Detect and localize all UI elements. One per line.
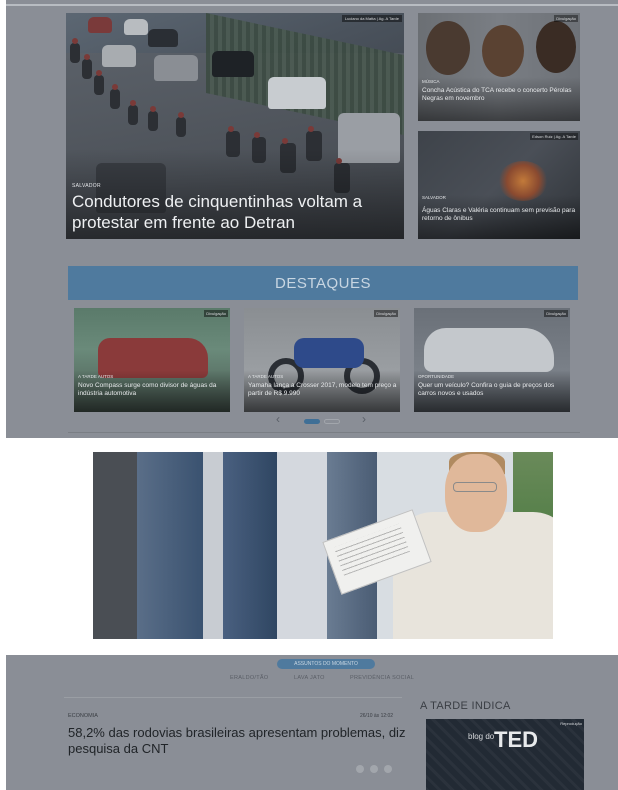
photo-motorcycle xyxy=(294,338,364,368)
chevron-right-icon[interactable]: › xyxy=(362,412,366,426)
side-story-music[interactable]: Divulgação MÚSICA Concha Acústica do TCA… xyxy=(418,13,580,121)
destaque-card[interactable]: Divulgação A TARDE AUTOS Yamaha lança a … xyxy=(244,308,400,412)
section-divider xyxy=(64,697,402,698)
article-timestamp: 26/10 às 12:02 xyxy=(360,713,394,719)
hero-photo-credit: Luciano da Matta | Ag. A Tarde xyxy=(341,15,402,22)
card-headline[interactable]: Quer um veículo? Confira o guia de preço… xyxy=(418,382,568,398)
top-news-panel: Luciano da Matta | Ag. A Tarde SALVADOR … xyxy=(6,0,618,438)
share-icon[interactable] xyxy=(384,765,392,773)
side-story-salvador[interactable]: Edson Ruiz | Ag. A Tarde SALVADOR Águas … xyxy=(418,131,580,239)
card-headline[interactable]: Novo Compass surge como divisor de águas… xyxy=(78,382,228,398)
photo-glasses xyxy=(453,482,497,492)
share-icon[interactable] xyxy=(370,765,378,773)
share-icon[interactable] xyxy=(356,765,364,773)
destaque-card[interactable]: Divulgação OPORTUNIDADE Quer um veículo?… xyxy=(414,308,570,412)
bottom-news-panel: ASSUNTOS DO MOMENTO ERALDO/TÃO LAVA JATO… xyxy=(6,655,618,790)
photo-credit: Divulgação xyxy=(204,310,228,317)
hero-car xyxy=(154,55,198,81)
card-headline[interactable]: Yamaha lança a Crosser 2017, modelo tem … xyxy=(248,382,398,398)
indica-title: A TARDE INDICA xyxy=(420,700,511,712)
panel-divider xyxy=(6,4,618,6)
section-divider xyxy=(68,432,580,433)
hero-car xyxy=(102,45,136,67)
photo-credit: Divulgação xyxy=(554,15,578,22)
card-headline[interactable]: Concha Acústica do TCA recebe o concerto… xyxy=(422,87,578,103)
photo-column xyxy=(93,452,137,639)
hero-story[interactable]: Luciano da Matta | Ag. A Tarde SALVADOR … xyxy=(66,13,404,239)
carousel-nav: ‹ › xyxy=(276,412,386,428)
hero-motorcycle xyxy=(176,112,186,137)
article-category[interactable]: ECONOMIA xyxy=(68,713,98,719)
photo-credit: Divulgação xyxy=(544,310,568,317)
hero-kicker: SALVADOR xyxy=(72,183,101,189)
ted-logo-text: TED xyxy=(494,727,538,752)
card-kicker: SALVADOR xyxy=(422,195,446,200)
photo-column xyxy=(223,452,277,639)
card-kicker: MÚSICA xyxy=(422,79,440,84)
photo-column xyxy=(137,452,203,639)
photo-person xyxy=(536,21,576,73)
hero-car xyxy=(268,77,326,109)
carousel-dot[interactable] xyxy=(324,419,340,424)
topic-link[interactable]: LAVA JATO xyxy=(294,675,325,681)
photo-credit: Divulgação xyxy=(374,310,398,317)
topics-badge: ASSUNTOS DO MOMENTO xyxy=(277,659,375,669)
hero-motorcycle xyxy=(110,84,120,109)
hero-motorcycle xyxy=(94,70,104,95)
man-reading-newspaper-photo xyxy=(93,452,553,639)
destaques-label: DESTAQUES xyxy=(275,274,371,292)
photo-person xyxy=(426,21,470,75)
photo-column xyxy=(277,452,327,639)
hero-car xyxy=(212,51,254,77)
hero-motorcycle xyxy=(82,54,92,79)
indica-blog-banner[interactable]: Reprodução blog do TED xyxy=(426,719,584,790)
card-kicker: A TARDE AUTOS xyxy=(78,374,114,379)
blog-logo-text: blog do xyxy=(468,732,495,741)
topic-link[interactable]: PREVIDÊNCIA SOCIAL xyxy=(350,675,414,681)
destaques-header: DESTAQUES xyxy=(68,266,578,300)
card-kicker: A TARDE AUTOS xyxy=(248,374,284,379)
photo-person xyxy=(482,25,524,77)
photo-man-head xyxy=(445,454,507,532)
chevron-left-icon[interactable]: ‹ xyxy=(276,412,280,426)
photo-column xyxy=(203,452,223,639)
hero-car xyxy=(124,19,148,35)
card-kicker: OPORTUNIDADE xyxy=(418,374,455,379)
hero-motorcycle xyxy=(148,106,158,131)
hero-motorcycle xyxy=(70,38,80,63)
topic-link[interactable]: ERALDO/TÃO xyxy=(230,675,268,681)
photo-car xyxy=(424,328,554,372)
hero-motorcycle xyxy=(128,100,138,125)
hero-car xyxy=(88,17,112,33)
hero-headline[interactable]: Condutores de cinquentinhas voltam a pro… xyxy=(72,191,398,233)
photo-credit: Reprodução xyxy=(560,721,582,726)
photo-credit: Edson Ruiz | Ag. A Tarde xyxy=(530,133,578,140)
card-headline[interactable]: Águas Claras e Valéria continuam sem pre… xyxy=(422,207,578,223)
carousel-dot-active[interactable] xyxy=(304,419,320,424)
article-headline[interactable]: 58,2% das rodovias brasileiras apresenta… xyxy=(68,725,408,757)
hero-car xyxy=(148,29,178,47)
destaque-card[interactable]: Divulgação A TARDE AUTOS Novo Compass su… xyxy=(74,308,230,412)
